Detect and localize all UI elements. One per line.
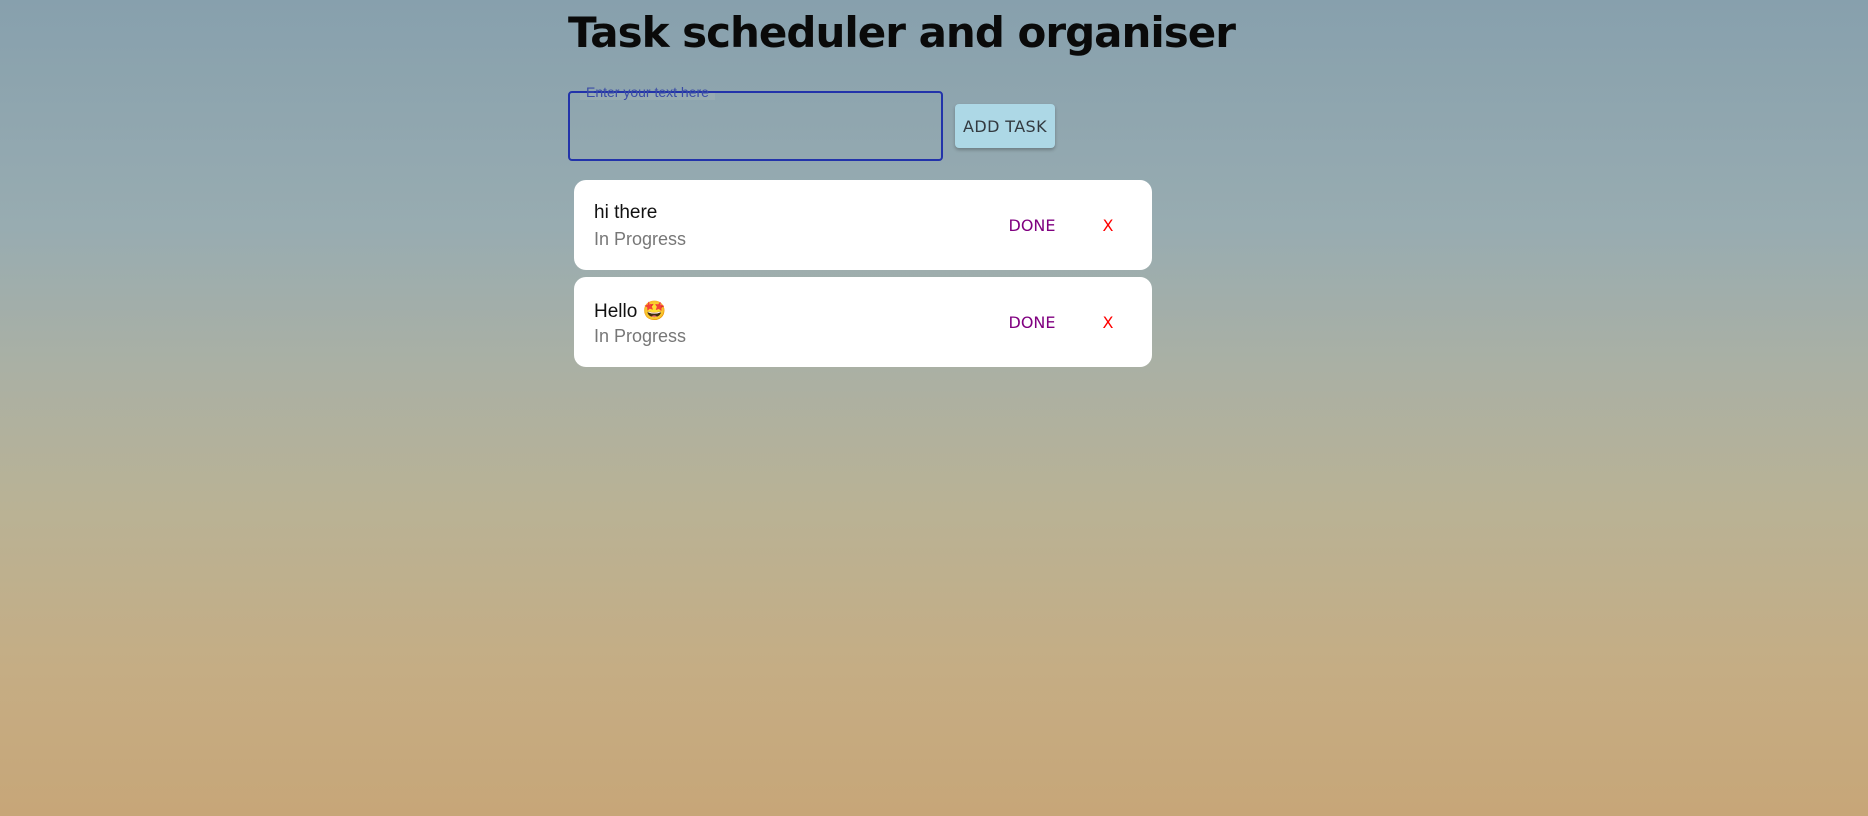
page-title: Task scheduler and organiser <box>568 8 1236 57</box>
done-button[interactable]: DONE <box>1002 305 1062 339</box>
task-title: hi there <box>594 202 658 223</box>
task-status: In Progress <box>594 326 687 346</box>
task-list: hi there In Progress DONE X Hello 🤩 In P… <box>574 180 1152 374</box>
task-card: Hello 🤩 In Progress DONE X <box>574 277 1152 367</box>
task-card: hi there In Progress DONE X <box>574 180 1152 270</box>
task-title: Hello 🤩 <box>594 301 667 322</box>
delete-button[interactable]: X <box>1088 305 1128 339</box>
task-text-input[interactable] <box>570 93 941 159</box>
task-text-field[interactable]: Enter your text here <box>568 84 943 161</box>
add-task-button[interactable]: ADD TASK <box>955 104 1055 148</box>
task-text-field-label: Enter your text here <box>580 84 715 100</box>
task-status: In Progress <box>594 229 687 249</box>
done-button[interactable]: DONE <box>1002 208 1062 242</box>
delete-button[interactable]: X <box>1088 208 1128 242</box>
